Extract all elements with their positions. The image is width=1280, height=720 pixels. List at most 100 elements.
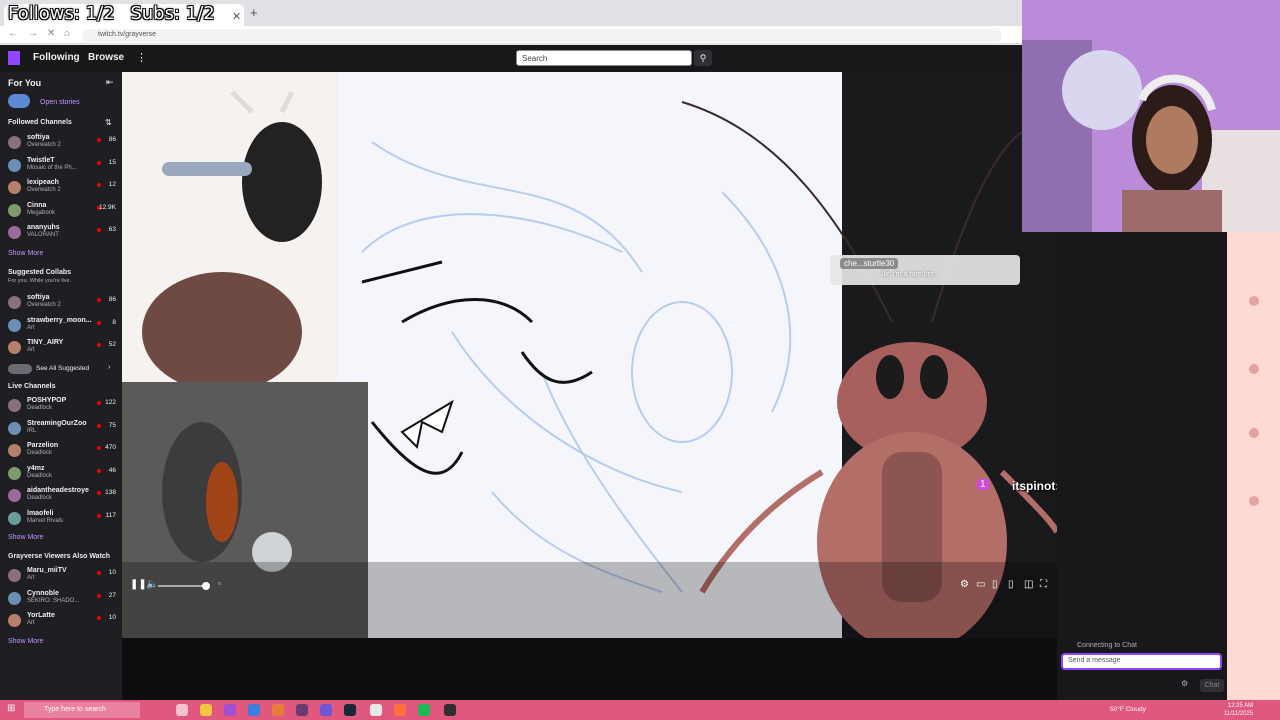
twitch-top-nav: Following Browse ⋮ Search ⚲: [0, 45, 1022, 72]
file-explorer-icon[interactable]: [200, 704, 212, 716]
theatre-icon[interactable]: ▯: [992, 579, 998, 590]
search-icon[interactable]: ⚲: [694, 50, 712, 66]
twitch-logo-icon[interactable]: [8, 51, 20, 65]
stories-avatars[interactable]: [8, 94, 30, 108]
new-tab-icon[interactable]: +: [250, 5, 258, 20]
followed-channel-item[interactable]: Cinna Megabonk 12.9K: [6, 201, 118, 221]
channel-name: lmaofeli: [27, 509, 54, 517]
forward-icon[interactable]: →: [28, 28, 38, 39]
channel-avatar: [8, 399, 21, 412]
viewer-count: 15: [108, 158, 116, 166]
reload-icon[interactable]: ✕: [47, 28, 55, 39]
background-pattern: [1227, 232, 1280, 700]
obs-icon[interactable]: [444, 704, 456, 716]
volume-slider-knob[interactable]: [202, 582, 210, 590]
show-more-followed[interactable]: Show More: [8, 250, 43, 257]
suggested-channel-item[interactable]: strawberry_moon... Art 8: [6, 316, 118, 336]
app-icon[interactable]: [224, 704, 236, 716]
for-you-heading: For You: [8, 78, 42, 88]
spotify-icon[interactable]: [418, 704, 430, 716]
chat-input[interactable]: Send a message: [1061, 653, 1222, 670]
volume-icon[interactable]: 🔈: [146, 579, 158, 590]
clock[interactable]: 12:25 AM 11/11/2025: [1224, 702, 1253, 718]
pause-icon[interactable]: ❚❚: [130, 579, 147, 590]
show-more-live[interactable]: Show More: [8, 534, 43, 541]
taskbar-search[interactable]: Type here to search: [24, 702, 140, 718]
search-input[interactable]: Search: [516, 50, 692, 66]
chrome-icon[interactable]: [370, 704, 382, 716]
viewer-count: 12: [108, 181, 116, 188]
settings-icon[interactable]: ⚙: [960, 579, 969, 590]
show-more-also[interactable]: Show More: [8, 638, 43, 645]
app-icon[interactable]: [272, 704, 284, 716]
steam-icon[interactable]: [344, 704, 356, 716]
polka-dot: [1249, 364, 1259, 374]
followed-channels-heading: Followed Channels: [8, 119, 72, 126]
alert-username: che...sturtle30: [840, 258, 899, 269]
stream-artwork: [122, 72, 1057, 638]
live-indicator-icon: [97, 320, 101, 325]
stream-goal-overlay: Follows: 1/2 Subs: 1/2: [8, 3, 215, 24]
channel-game: Art: [27, 620, 35, 626]
suggested-channel-item[interactable]: softiya Overwatch 2 86: [6, 293, 118, 313]
channel-avatar: [8, 296, 21, 309]
see-all-suggested[interactable]: See All Suggested: [36, 365, 89, 372]
following-link[interactable]: Following: [33, 52, 80, 63]
player-controls: ❚❚ 🔈 ▫ ⚙ ▭ ▯ ▯ ◫ ⛶: [122, 575, 1057, 595]
address-bar[interactable]: twitch.tv/grayverse: [82, 29, 1002, 42]
app-icon[interactable]: [296, 704, 308, 716]
home-icon[interactable]: ⌂: [64, 28, 70, 39]
also-watch-channel-item[interactable]: Cynnoble SEKIRO: SHADO... 27: [6, 589, 118, 609]
weather-widget[interactable]: 50°F Cloudy: [1110, 706, 1146, 713]
channel-game: Deadlock: [27, 450, 53, 456]
firefox-icon[interactable]: [394, 704, 406, 716]
collapse-sidebar-icon[interactable]: ⇤: [106, 77, 114, 88]
browser-navbar: ← → ✕ ⌂ twitch.tv/grayverse: [0, 26, 1022, 44]
app-icon[interactable]: [248, 704, 260, 716]
live-channel-item[interactable]: aidantheadestroye Deadlock 138: [6, 486, 118, 506]
pip-icon[interactable]: ▭: [976, 579, 985, 590]
live-channel-item[interactable]: POSHYPOP Deadlock 122: [6, 396, 118, 416]
suggested-avatars: [8, 364, 32, 374]
windows-start-icon[interactable]: ⊞: [7, 703, 15, 714]
twitch-page: Following Browse ⋮ Search ⚲ For You ⇤ Op…: [0, 45, 1057, 700]
fullscreen-icon[interactable]: ⛶: [1040, 579, 1047, 590]
close-tab-icon[interactable]: ✕: [232, 10, 241, 23]
video-player[interactable]: che...sturtle30 lkr, i'm a rare bre... 1…: [122, 72, 1057, 638]
followed-channel-item[interactable]: TwistleT Mosaic of the Ph... 15: [6, 156, 118, 176]
live-channels-heading: Live Channels: [8, 383, 56, 390]
volume-slider[interactable]: [158, 585, 208, 587]
live-channel-item[interactable]: y4mz Deadlock 46: [6, 464, 118, 484]
chevron-right-icon[interactable]: ›: [108, 364, 110, 371]
channel-avatar: [8, 203, 21, 217]
channel-game: Overwatch 2: [27, 187, 61, 193]
live-channel-item[interactable]: Parzelion Deadlock 470: [6, 441, 118, 461]
suggested-channel-item[interactable]: TINY_AIRY Art 52: [6, 338, 118, 358]
followed-channel-item[interactable]: softiya Overwatch 2 86: [6, 133, 118, 153]
live-indicator-icon: [97, 423, 101, 428]
channel-name: POSHYPOP: [27, 397, 67, 404]
also-watch-channel-item[interactable]: YorLatte Art 10: [6, 611, 118, 631]
also-watch-channel-item[interactable]: Maru_miiTV Art 10: [6, 566, 118, 586]
channel-name: ananyuhs: [27, 224, 60, 231]
chat-settings-icon[interactable]: ⚙: [1181, 679, 1188, 688]
task-view-icon[interactable]: [176, 704, 188, 716]
viewer-count: 75: [108, 421, 116, 429]
clock-date: 11/11/2025: [1224, 711, 1254, 717]
live-channel-item[interactable]: lmaofeli Marvel Rivals 117: [6, 509, 118, 529]
clip-icon[interactable]: ▫: [218, 579, 221, 588]
open-stories-link[interactable]: Open stories: [40, 99, 80, 106]
chat-send-button[interactable]: Chat: [1200, 679, 1224, 692]
viewer-count: 12.9K: [99, 203, 116, 211]
followed-channel-item[interactable]: lexipeach Overwatch 2 12: [6, 178, 118, 198]
back-icon[interactable]: ←: [8, 28, 18, 39]
discord-icon[interactable]: [320, 704, 332, 716]
followed-channel-item[interactable]: ananyuhs VALORANT 63: [6, 223, 118, 243]
browse-link[interactable]: Browse: [88, 52, 124, 63]
layout-icon[interactable]: ▯: [1008, 579, 1014, 590]
polka-dot: [1249, 496, 1259, 506]
sort-icon[interactable]: ⇅: [105, 118, 112, 127]
live-channel-item[interactable]: StreamingOurZoo IRL 75: [6, 419, 118, 439]
sidebar-toggle-icon[interactable]: ◫: [1024, 579, 1033, 590]
more-options-icon[interactable]: ⋮: [136, 51, 147, 64]
